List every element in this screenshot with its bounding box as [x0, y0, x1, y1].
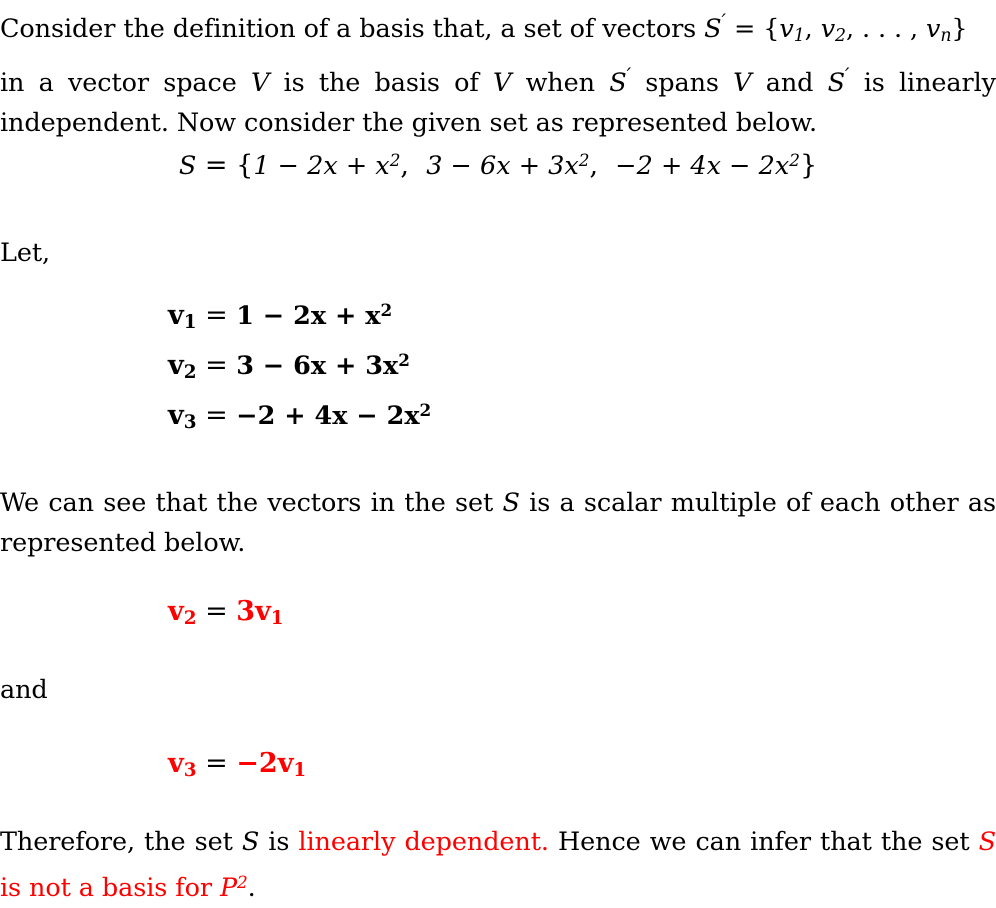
set-sep-2: , — [589, 150, 607, 182]
set-brace-open: { — [236, 150, 254, 182]
conclusion-final-period: . — [247, 873, 256, 904]
polynomial-3: −2 + 4x − 2x2 — [615, 150, 800, 182]
conclusion-set-S: S — [241, 827, 260, 857]
vector-rhs-1: 1 − 2x + x2 — [236, 300, 393, 332]
and-label: and — [0, 670, 48, 710]
conclusion-paragraph: Therefore, the set S is linearly depende… — [0, 822, 996, 908]
vector-equals-1: = — [205, 300, 228, 332]
scalar-multiple-text: We can see that the vectors in the set S… — [0, 483, 996, 563]
conclusion-part3: Hence we can infer that the set — [548, 827, 979, 857]
vector-label-v3: v3 — [168, 400, 197, 434]
polynomial-1: 1 − 2x + x2 — [253, 150, 401, 182]
set-sep-1: , — [400, 150, 418, 182]
conclusion-text: Therefore, the set S is linearly depende… — [0, 822, 996, 908]
relation1-coefficient: 3 — [236, 596, 256, 627]
set-brace-close: } — [799, 150, 818, 182]
conclusion-part2: is — [259, 827, 299, 857]
let-label: Let, — [0, 233, 50, 273]
relation-equation-1: v2 = 3v1 — [168, 596, 284, 629]
relation1-rhs: v1 — [255, 596, 284, 630]
vector-equals-2: = — [205, 350, 228, 382]
set-equals: = — [204, 150, 228, 182]
vector-space-V-2: V — [493, 67, 512, 98]
vector-v2: v2 — [820, 13, 846, 46]
intro-part2e: and — [751, 67, 828, 98]
brace-open: { — [763, 13, 780, 44]
s-prime-symbol: S′ — [704, 10, 726, 44]
vector-v1: v1 — [779, 13, 805, 46]
relation-v3-equals-minus2v1: v3 = −2v1 — [168, 748, 306, 781]
set-definition-equation: S = {1 − 2x + x2, 3 − 6x + 3x2, −2 + 4x … — [0, 150, 996, 181]
scalar-part1: We can see that the vectors in the set — [0, 488, 503, 518]
relation-equation-2: v3 = −2v1 — [168, 748, 306, 781]
scalar-multiple-paragraph: We can see that the vectors in the set S… — [0, 483, 996, 563]
comma-1: , — [804, 13, 813, 44]
ellipsis: . . . , — [861, 13, 919, 44]
set-lhs-S: S — [178, 151, 197, 182]
intro-part2b: is the basis of — [269, 67, 493, 98]
and-text: and — [0, 675, 48, 705]
vector-equals-3: = — [205, 400, 228, 432]
intro-part1: Consider the definition of a basis that,… — [0, 13, 705, 44]
conclusion-red-S: S — [978, 827, 996, 857]
intro-text: Consider the definition of a basis that,… — [0, 2, 996, 143]
vector-label-v1: v1 — [168, 300, 197, 334]
s-prime-symbol-3: S′ — [827, 63, 850, 98]
intro-part2a: in a vector space — [0, 67, 251, 98]
intro-part2c: when — [511, 67, 610, 98]
vector-label-v2: v2 — [168, 350, 197, 384]
equals-sign: = — [733, 13, 756, 44]
comma-2: , — [845, 13, 854, 44]
intro-part2d: spans — [631, 67, 734, 98]
relation1-lhs: v2 — [168, 596, 197, 630]
intro-paragraph: Consider the definition of a basis that,… — [0, 2, 996, 143]
set-definition-display: S = {1 − 2x + x2, 3 − 6x + 3x2, −2 + 4x … — [0, 150, 996, 181]
relation2-rhs: v1 — [277, 748, 307, 782]
vector-rhs-2: 3 − 6x + 3x2 — [236, 350, 410, 382]
brace-close: } — [951, 13, 968, 44]
let-text: Let, — [0, 238, 50, 268]
conclusion-part1: Therefore, the set — [0, 827, 242, 857]
conclusion-red-P: P2 — [219, 872, 248, 904]
relation1-equals: = — [205, 596, 228, 627]
s-prime-symbol-2: S′ — [609, 63, 631, 98]
vector-definitions-block: v1 = 1 − 2x + x2 v2 = 3 − 6x + 3x2 v3 = … — [168, 300, 431, 450]
conclusion-highlight: linearly dependent. — [298, 827, 549, 857]
relation2-equals: = — [205, 748, 228, 779]
polynomial-2: 3 − 6x + 3x2 — [426, 150, 590, 182]
vector-vn: vn — [926, 13, 952, 46]
relation2-coefficient: −2 — [236, 748, 278, 779]
relation-v2-equals-3v1: v2 = 3v1 — [168, 596, 284, 629]
vector-definition-row: v1 = 1 − 2x + x2 — [168, 300, 431, 350]
vector-rhs-3: −2 + 4x − 2x2 — [236, 400, 432, 432]
document-page: Consider the definition of a basis that,… — [0, 0, 996, 903]
vector-definition-row: v3 = −2 + 4x − 2x2 — [168, 400, 431, 450]
conclusion-red-tail: is not a basis for — [0, 873, 220, 904]
vector-space-V-3: V — [733, 67, 752, 98]
vector-space-V-1: V — [250, 67, 270, 98]
vector-definition-row: v2 = 3 − 6x + 3x2 — [168, 350, 431, 400]
relation2-lhs: v3 — [168, 748, 197, 782]
s-symbol: S — [704, 13, 722, 44]
scalar-set-S: S — [502, 488, 520, 518]
